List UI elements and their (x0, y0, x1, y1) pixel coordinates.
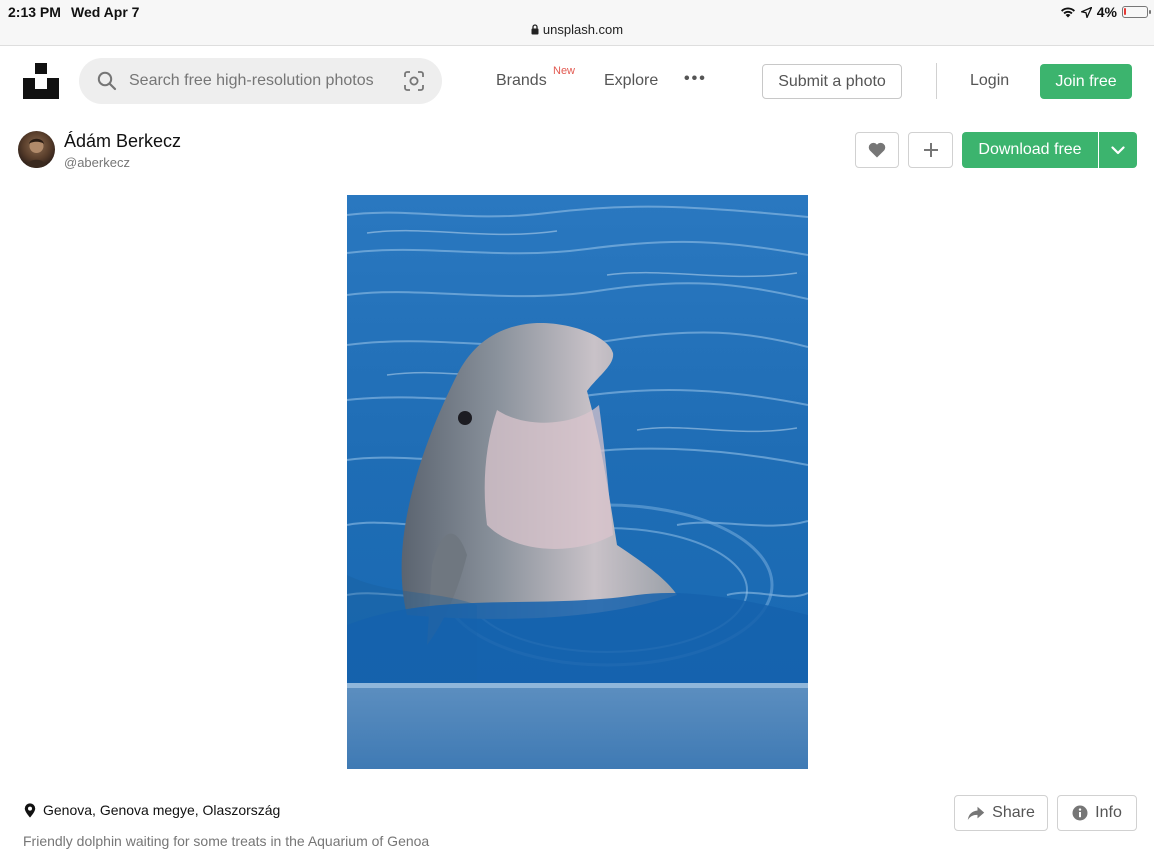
location-text: Genova, Genova megye, Olaszország (43, 802, 281, 818)
login-link[interactable]: Login (970, 72, 1009, 90)
chevron-down-icon (1111, 145, 1125, 154)
search-icon[interactable] (97, 71, 117, 91)
nav-explore-link[interactable]: Explore (604, 72, 658, 90)
status-indicators: 4% (1060, 4, 1151, 20)
new-badge: New (553, 65, 576, 77)
join-free-button[interactable]: Join free (1040, 64, 1132, 99)
main-photo[interactable] (347, 195, 808, 769)
share-button[interactable]: Share (954, 795, 1048, 831)
author-name[interactable]: Ádám Berkecz (64, 131, 181, 152)
status-bar: 2:13 PM Wed Apr 7 4% unsplash.com (0, 0, 1154, 46)
download-free-button[interactable]: Download free (962, 132, 1098, 168)
more-menu-button[interactable]: ••• (684, 70, 707, 88)
info-label: Info (1095, 804, 1122, 821)
map-pin-icon (24, 802, 36, 817)
visual-search-icon[interactable] (404, 71, 424, 91)
unsplash-logo-icon[interactable] (23, 63, 59, 99)
plus-icon (923, 143, 938, 157)
nav-brands-link[interactable]: Brands (496, 72, 547, 90)
download-options-button[interactable] (1099, 132, 1137, 168)
avatar-image (26, 138, 47, 168)
photo-description: Friendly dolphin waiting for some treats… (23, 833, 430, 849)
info-button[interactable]: Info (1057, 795, 1137, 831)
avatar[interactable] (18, 131, 55, 168)
share-label: Share (992, 804, 1035, 821)
wifi-icon (1060, 7, 1075, 18)
battery-percent: 4% (1096, 4, 1117, 20)
header-divider (936, 63, 937, 99)
battery-icon (1122, 6, 1151, 18)
site-header: Brands New Explore ••• Submit a photo Lo… (0, 47, 1154, 119)
address-url: unsplash.com (542, 22, 624, 37)
status-time: 2:13 PM (8, 4, 61, 20)
search-bar (79, 58, 442, 104)
lock-icon (531, 24, 539, 35)
share-icon (967, 806, 985, 820)
location-arrow-icon (1080, 6, 1092, 18)
like-button[interactable] (855, 132, 899, 168)
dolphin-photo-image (347, 195, 808, 769)
info-icon (1072, 805, 1088, 821)
add-to-collection-button[interactable] (908, 132, 953, 168)
search-input[interactable] (129, 69, 379, 93)
submit-photo-button[interactable]: Submit a photo (762, 64, 902, 99)
address-bar[interactable]: unsplash.com (0, 22, 1154, 37)
heart-icon (868, 142, 886, 158)
photo-location[interactable]: Genova, Genova megye, Olaszország (24, 802, 280, 818)
author-handle[interactable]: @aberkecz (64, 155, 130, 170)
status-date: Wed Apr 7 (71, 4, 140, 20)
